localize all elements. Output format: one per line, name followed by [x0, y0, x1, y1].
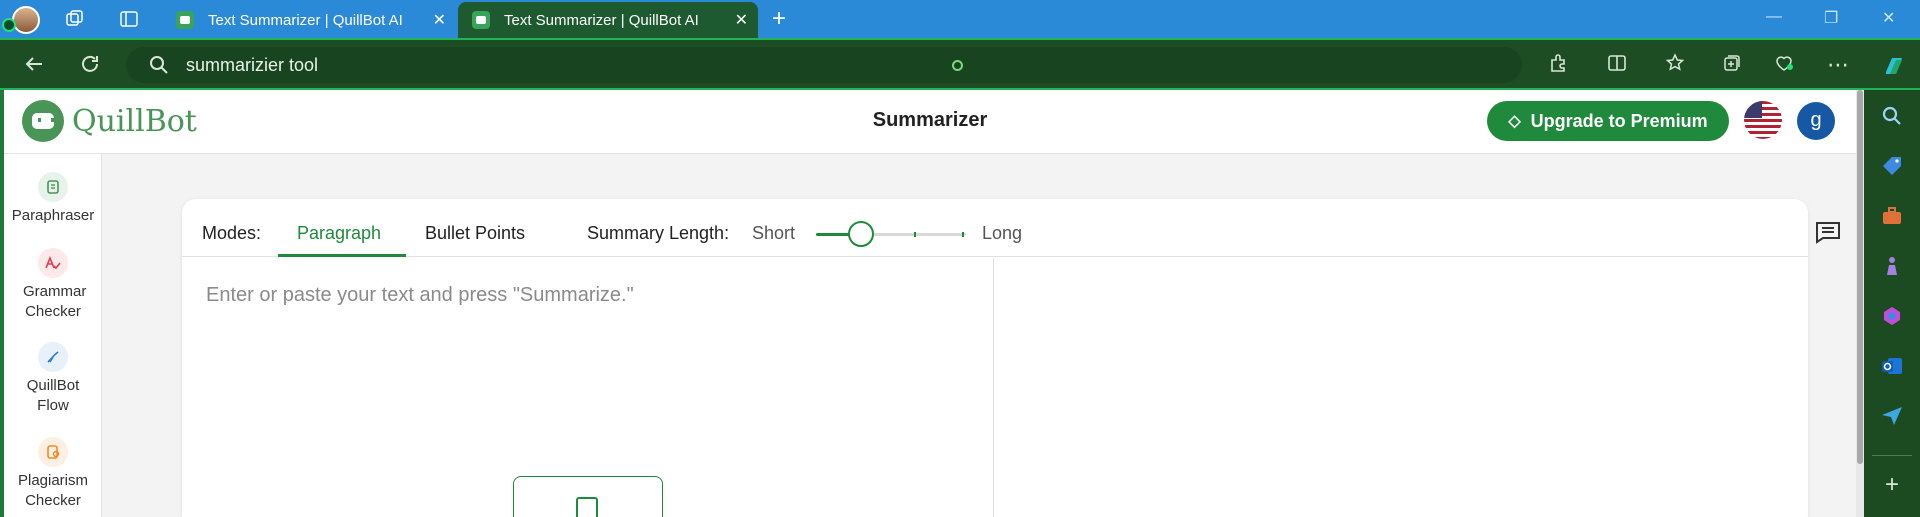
- clipboard-icon: [576, 497, 598, 517]
- slider-thumb[interactable]: [848, 221, 874, 247]
- tool-sidebar: Paraphraser Grammar Checker QuillBot Flo…: [4, 154, 102, 517]
- extensions-icon[interactable]: [1545, 52, 1573, 78]
- profile-status-icon: [2, 18, 16, 32]
- length-long-label: Long: [982, 223, 1023, 243]
- browser-essentials-icon[interactable]: [1770, 52, 1798, 78]
- feedback-comment-icon[interactable]: [1814, 220, 1842, 244]
- active-mode-underline: [278, 254, 406, 257]
- outlook-icon[interactable]: [1880, 354, 1904, 378]
- browser-nav-bar: summarizier tool ⋯: [0, 38, 1920, 90]
- input-text-area[interactable]: Enter or paste your text and press "Summ…: [182, 258, 994, 517]
- grammar-checker-icon: [38, 248, 68, 278]
- send-icon[interactable]: [1880, 404, 1904, 428]
- sidebar-divider: [1872, 455, 1912, 456]
- avatar: [12, 6, 40, 34]
- browser-sidebar: +: [1864, 90, 1920, 517]
- length-short-label: Short: [752, 223, 796, 243]
- copilot-icon[interactable]: [1880, 52, 1908, 78]
- paste-text-button[interactable]: [513, 476, 663, 517]
- quillbot-favicon-icon: [472, 11, 490, 29]
- tracking-indicator-icon[interactable]: [952, 60, 963, 71]
- search-icon[interactable]: [1880, 104, 1904, 128]
- sidebar-item-plagiarism-checker[interactable]: Plagiarism Checker: [4, 437, 102, 511]
- browser-tab-bar: Text Summarizer | QuillBot AI ✕ Text Sum…: [0, 0, 1920, 38]
- input-placeholder: Enter or paste your text and press "Summ…: [206, 284, 634, 306]
- summary-output-area: [995, 258, 1808, 517]
- collections-icon[interactable]: [1718, 52, 1746, 78]
- close-tab-icon[interactable]: ✕: [433, 10, 446, 30]
- upgrade-label: Upgrade to Premium: [1530, 110, 1708, 131]
- web-page: QuillBot Summarizer ◇ Upgrade to Premium…: [4, 90, 1856, 517]
- tab-paragraph[interactable]: Paragraph: [297, 223, 381, 244]
- tab-actions-icon[interactable]: [118, 9, 140, 29]
- sidebar-item-paraphraser[interactable]: Paraphraser: [4, 172, 102, 226]
- tab-text-summarizer-2[interactable]: Text Summarizer | QuillBot AI ✕: [458, 2, 758, 38]
- tab-title: Text Summarizer | QuillBot AI: [208, 11, 403, 29]
- refresh-icon[interactable]: [76, 52, 104, 78]
- plagiarism-checker-icon: [38, 437, 68, 467]
- user-avatar[interactable]: g: [1797, 102, 1835, 140]
- app-header: QuillBot Summarizer ◇ Upgrade to Premium…: [4, 90, 1856, 154]
- minimize-icon[interactable]: —: [1766, 8, 1782, 26]
- sidebar-item-label: Grammar Checker: [23, 283, 87, 320]
- close-tab-icon[interactable]: ✕: [735, 10, 748, 30]
- summary-length-label: Summary Length:: [587, 223, 730, 243]
- sidebar-item-label: Plagiarism Checker: [17, 472, 89, 509]
- sidebar-item-grammar-checker[interactable]: Grammar Checker: [4, 248, 102, 322]
- diamond-icon: ◇: [1508, 113, 1521, 130]
- profile-avatar[interactable]: [0, 4, 44, 34]
- favorites-icon[interactable]: [1661, 52, 1689, 78]
- address-bar[interactable]: summarizier tool: [126, 47, 1522, 83]
- slider-tick: [962, 232, 964, 237]
- tab-title: Text Summarizer | QuillBot AI: [504, 11, 699, 29]
- paraphraser-icon: [38, 172, 68, 202]
- add-sidebar-app-icon[interactable]: +: [1880, 473, 1904, 498]
- more-options-icon[interactable]: ⋯: [1824, 52, 1852, 78]
- sidebar-item-quillbot-flow[interactable]: QuillBot Flow: [4, 342, 102, 416]
- upgrade-to-premium-button[interactable]: ◇ Upgrade to Premium: [1487, 101, 1729, 141]
- maximize-icon[interactable]: ❐: [1824, 8, 1838, 28]
- shopping-tag-icon[interactable]: [1880, 154, 1904, 178]
- us-flag-language-icon[interactable]: [1744, 101, 1782, 139]
- tab-bullet-points[interactable]: Bullet Points: [425, 223, 525, 244]
- workspaces-icon[interactable]: [64, 9, 86, 29]
- scrollbar-thumb[interactable]: [1857, 90, 1863, 464]
- quillbot-flow-icon: [38, 342, 68, 372]
- quillbot-favicon-icon: [176, 11, 194, 29]
- summarizer-card: Modes: Paragraph Bullet Points Summary L…: [182, 199, 1808, 517]
- tab-text-summarizer-1[interactable]: Text Summarizer | QuillBot AI ✕: [166, 2, 456, 38]
- close-window-icon[interactable]: ✕: [1882, 8, 1895, 28]
- microsoft-365-icon[interactable]: [1880, 304, 1904, 328]
- back-icon[interactable]: [20, 52, 48, 78]
- modes-label: Modes:: [202, 223, 262, 243]
- address-text: summarizier tool: [186, 55, 319, 75]
- games-chess-icon[interactable]: [1880, 254, 1904, 278]
- sidebar-item-label: QuillBot Flow: [26, 377, 80, 414]
- page-scrollbar[interactable]: [1856, 90, 1864, 517]
- new-tab-button[interactable]: +: [768, 7, 790, 31]
- tools-briefcase-icon[interactable]: [1880, 204, 1904, 228]
- slider-tick: [914, 232, 916, 237]
- sidebar-item-label: Paraphraser: [11, 207, 95, 224]
- search-icon: [150, 56, 168, 74]
- summary-length-slider[interactable]: [816, 221, 966, 247]
- modes-toolbar: Modes: Paragraph Bullet Points Summary L…: [182, 199, 1808, 257]
- split-screen-icon[interactable]: [1603, 52, 1631, 78]
